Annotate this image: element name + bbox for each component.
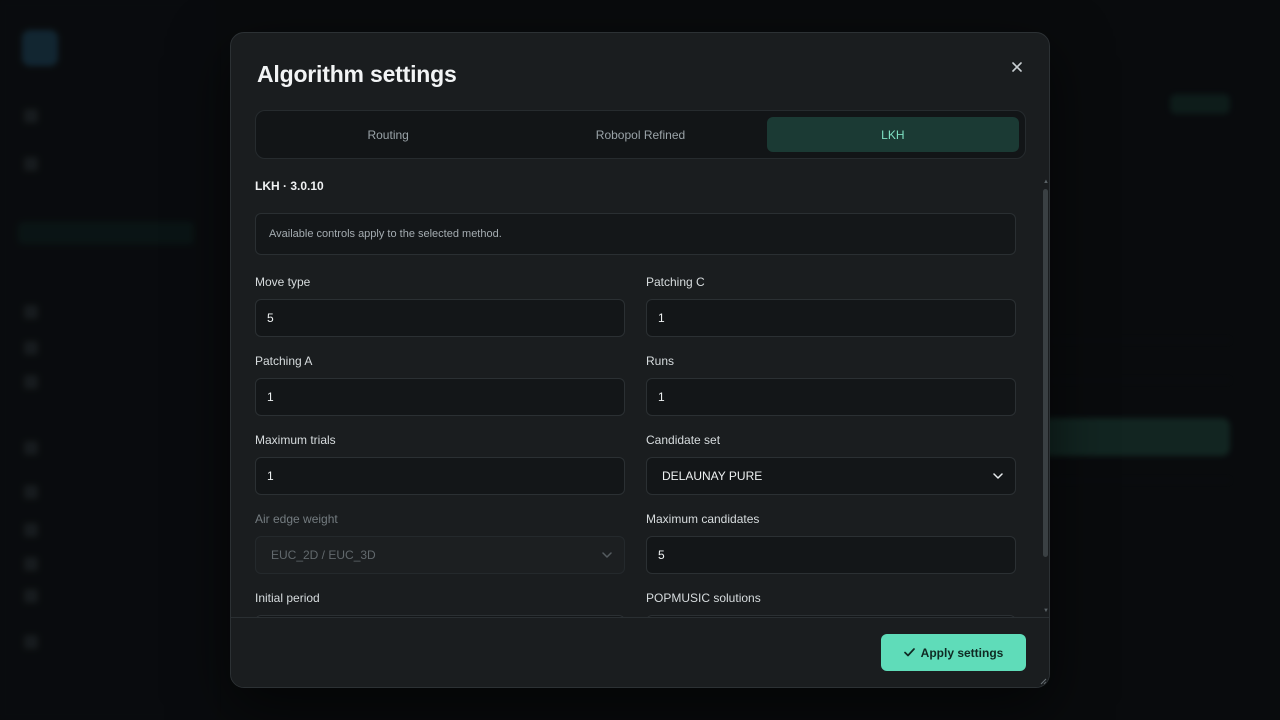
air-edge-weight-field: Air edge weight EUC_2D / EUC_3D bbox=[255, 512, 625, 574]
patching-a-input[interactable]: 1 bbox=[255, 378, 625, 416]
popmusic-solutions-field: POPMUSIC solutions bbox=[646, 591, 1016, 617]
runs-input[interactable]: 1 bbox=[646, 378, 1016, 416]
info-box: Available controls apply to the selected… bbox=[255, 213, 1016, 255]
candidate-set-field: Candidate set DELAUNAY PURE bbox=[646, 433, 1016, 495]
move-type-input[interactable]: 5 bbox=[255, 299, 625, 337]
resize-grip-icon[interactable] bbox=[1039, 677, 1047, 685]
air-edge-weight-select: EUC_2D / EUC_3D bbox=[255, 536, 625, 574]
candidate-set-value: DELAUNAY PURE bbox=[662, 469, 763, 483]
air-edge-weight-label: Air edge weight bbox=[255, 512, 338, 526]
tab-routing[interactable]: Routing bbox=[262, 117, 514, 152]
popmusic-solutions-label: POPMUSIC solutions bbox=[646, 591, 761, 605]
algorithm-settings-dialog: Algorithm settings Routing Robopol Refin… bbox=[230, 32, 1050, 688]
runs-label: Runs bbox=[646, 354, 675, 368]
maximum-trials-label: Maximum trials bbox=[255, 433, 336, 447]
patching-a-field: Patching A 1 bbox=[255, 354, 625, 416]
patching-c-field: Patching C 1 bbox=[646, 275, 1016, 337]
close-button[interactable] bbox=[1007, 57, 1027, 77]
patching-c-input[interactable]: 1 bbox=[646, 299, 1016, 337]
candidate-set-label: Candidate set bbox=[646, 433, 721, 447]
move-type-field: Move type 5 bbox=[255, 275, 625, 337]
chevron-down-icon bbox=[991, 469, 1005, 483]
move-type-label: Move type bbox=[255, 275, 311, 289]
maximum-trials-input[interactable]: 1 bbox=[255, 457, 625, 495]
check-icon bbox=[903, 648, 915, 657]
candidate-set-select[interactable]: DELAUNAY PURE bbox=[646, 457, 1016, 495]
method-version-heading: LKH · 3.0.10 bbox=[255, 179, 324, 193]
initial-period-label: Initial period bbox=[255, 591, 320, 605]
runs-field: Runs 1 bbox=[646, 354, 1016, 416]
initial-period-field: Initial period bbox=[255, 591, 625, 617]
dialog-footer: Apply settings bbox=[231, 617, 1049, 687]
tab-robopol-refined[interactable]: Robopol Refined bbox=[514, 117, 766, 152]
apply-settings-label: Apply settings bbox=[920, 645, 1004, 660]
patching-c-label: Patching C bbox=[646, 275, 705, 289]
dialog-title: Algorithm settings bbox=[257, 61, 457, 87]
maximum-candidates-field: Maximum candidates 5 bbox=[646, 512, 1016, 574]
maximum-candidates-input[interactable]: 5 bbox=[646, 536, 1016, 574]
maximum-candidates-label: Maximum candidates bbox=[646, 512, 760, 526]
chevron-down-icon bbox=[600, 548, 614, 562]
scrollbar-thumb[interactable] bbox=[1043, 189, 1048, 557]
air-edge-weight-value: EUC_2D / EUC_3D bbox=[271, 548, 376, 562]
info-text: Available controls apply to the selected… bbox=[269, 228, 502, 240]
settings-scroll-area[interactable]: LKH · 3.0.10 Available controls apply to… bbox=[231, 173, 1041, 617]
patching-a-label: Patching A bbox=[255, 354, 313, 368]
scroll-down-arrow[interactable]: ▼ bbox=[1043, 608, 1049, 614]
method-tabs: Routing Robopol Refined LKH bbox=[255, 110, 1026, 159]
tab-lkh[interactable]: LKH bbox=[766, 117, 1019, 152]
close-icon bbox=[1012, 62, 1022, 72]
scroll-up-arrow[interactable]: ▲ bbox=[1043, 179, 1049, 185]
maximum-trials-field: Maximum trials 1 bbox=[255, 433, 625, 495]
apply-settings-button[interactable]: Apply settings bbox=[881, 634, 1026, 671]
